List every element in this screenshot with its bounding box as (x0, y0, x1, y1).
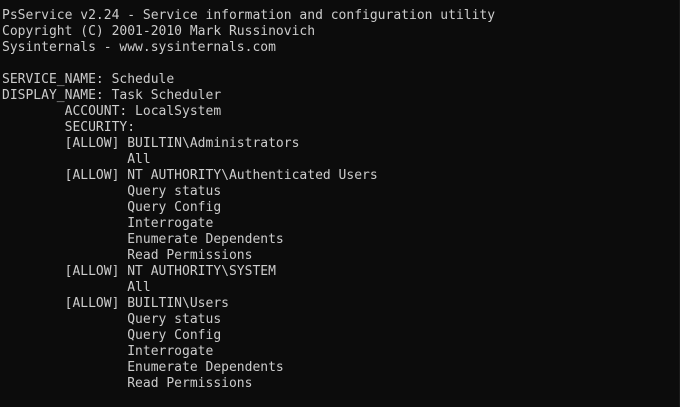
console-line: Enumerate Dependents (2, 232, 284, 247)
console-line: Query status (2, 312, 222, 327)
console-line: Read Permissions (2, 248, 253, 263)
console-line: ACCOUNT: LocalSystem (2, 104, 222, 119)
console-line: SECURITY: (2, 120, 136, 135)
console-line: Query Config (2, 328, 222, 343)
console-line: Interrogate (2, 216, 214, 231)
console-line: [ALLOW] NT AUTHORITY\SYSTEM (2, 264, 276, 279)
console-line: Query Config (2, 200, 222, 215)
console-line: [ALLOW] NT AUTHORITY\Authenticated Users (2, 168, 378, 183)
console-line: Sysinternals - www.sysinternals.com (2, 40, 276, 55)
console-output: PsService v2.24 - Service information an… (2, 8, 495, 392)
console-line: Interrogate (2, 344, 214, 359)
console-window[interactable]: PsService v2.24 - Service information an… (0, 0, 680, 407)
console-line: All (2, 280, 151, 295)
console-line: DISPLAY_NAME: Task Scheduler (2, 88, 222, 103)
console-line: PsService v2.24 - Service information an… (2, 8, 496, 23)
console-line: Query status (2, 184, 222, 199)
console-line: [ALLOW] BUILTIN\Administrators (2, 136, 300, 151)
console-line: Read Permissions (2, 376, 253, 391)
console-line: Copyright (C) 2001-2010 Mark Russinovich (2, 24, 316, 39)
console-line: Enumerate Dependents (2, 360, 284, 375)
console-line: All (2, 152, 151, 167)
console-line: [ALLOW] BUILTIN\Users (2, 296, 229, 311)
console-line: SERVICE_NAME: Schedule (2, 72, 175, 87)
